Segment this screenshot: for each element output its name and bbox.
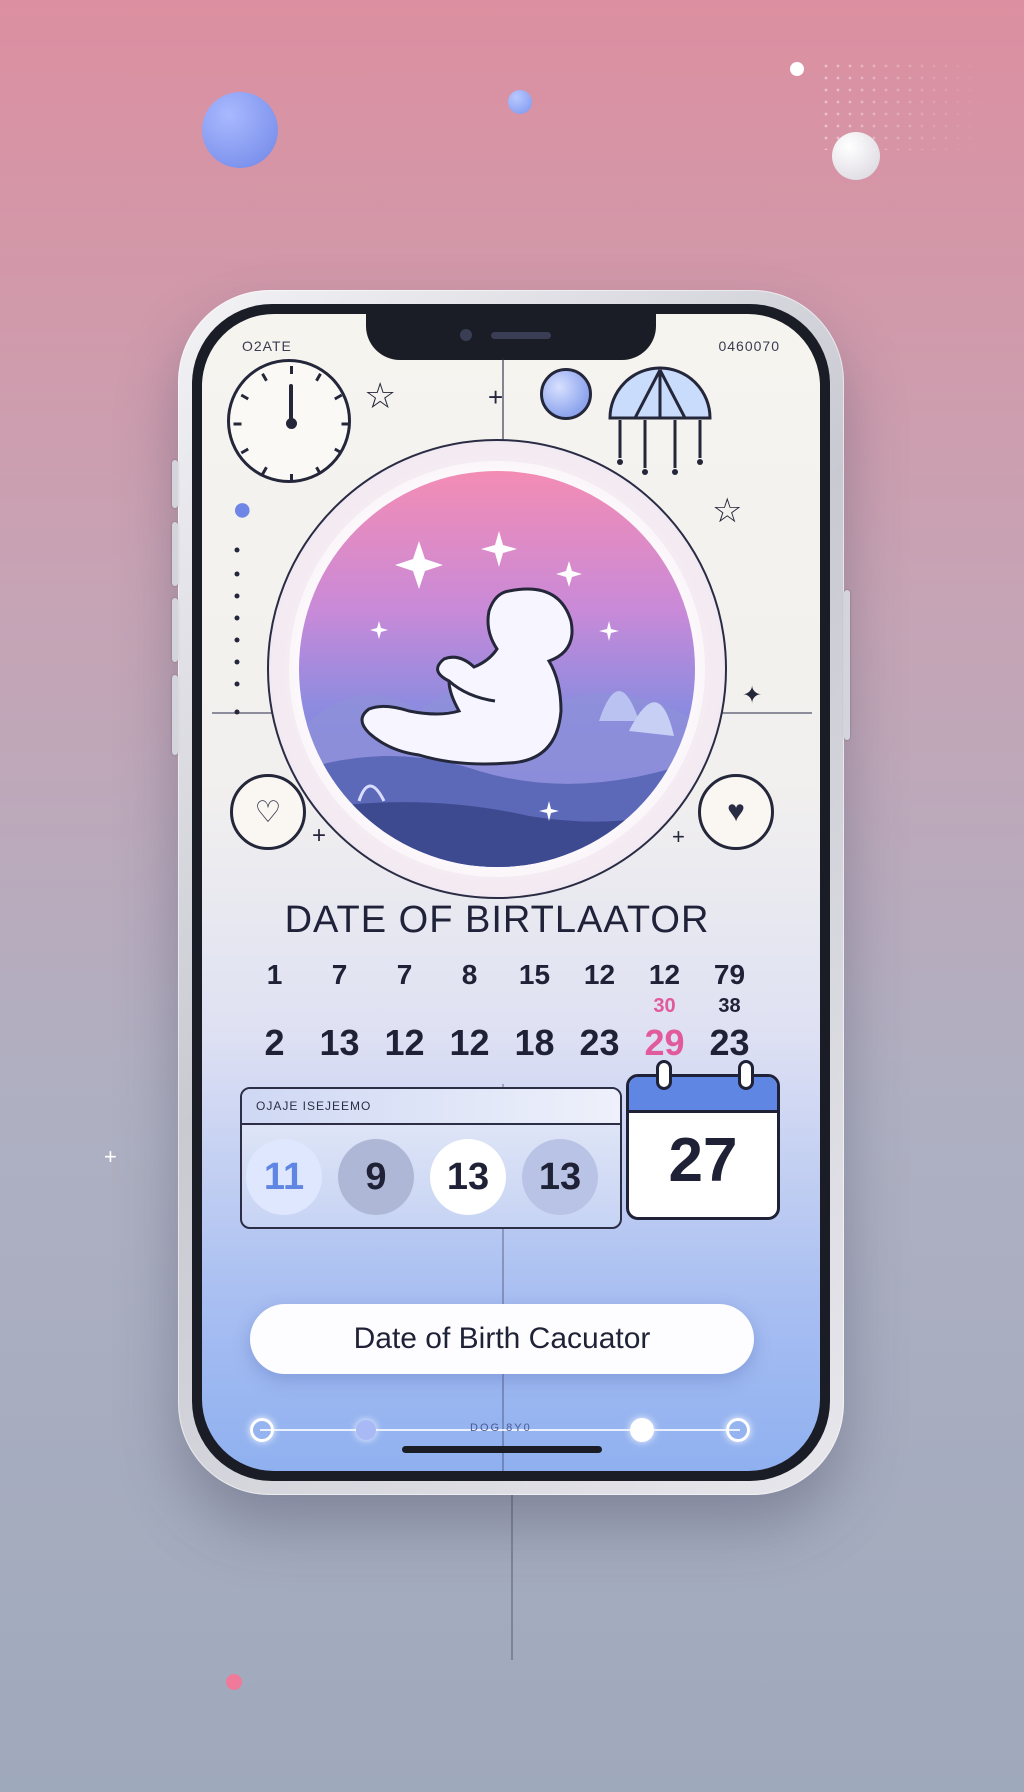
calendar-day[interactable]: 7 bbox=[307, 959, 372, 991]
speaker-icon bbox=[491, 332, 551, 339]
clock-tick bbox=[315, 466, 322, 475]
selected-day: 27 bbox=[668, 1126, 738, 1195]
phone-frame: O2ATE 0460070 ☆ + ● ☆ ✦ ♡ ♥ + + DATE OF … bbox=[172, 290, 850, 1495]
phone-screen: O2ATE 0460070 ☆ + ● ☆ ✦ ♡ ♥ + + DATE OF … bbox=[202, 314, 820, 1471]
calendar-day[interactable]: 12 bbox=[567, 959, 632, 991]
calendar-day[interactable] bbox=[502, 995, 567, 1018]
background-divider bbox=[511, 1490, 513, 1660]
notch bbox=[366, 314, 656, 360]
clock-tick bbox=[334, 393, 343, 401]
clock-tick bbox=[290, 474, 293, 482]
month-pill[interactable]: 9 bbox=[338, 1139, 414, 1215]
clock-tick bbox=[233, 422, 242, 426]
year-pill-a[interactable]: 13 bbox=[430, 1139, 506, 1215]
calendar-day[interactable]: 30 bbox=[632, 995, 697, 1018]
star-icon: ☆ bbox=[364, 375, 397, 416]
diamond-icon: ✦ bbox=[742, 682, 763, 709]
calendar-grid: 1 7 7 8 15 12 12 79 30 38 2 13 12 12 18 23 29 23 bbox=[242, 959, 762, 1064]
background-dot-white bbox=[790, 62, 804, 76]
calendar-day[interactable] bbox=[567, 995, 632, 1018]
slider-knob-small[interactable] bbox=[356, 1420, 376, 1440]
progress-slider[interactable]: DOG 8Y0 bbox=[250, 1416, 750, 1444]
camera-icon bbox=[460, 329, 472, 341]
clock-tick bbox=[290, 366, 293, 374]
calendar-day[interactable]: 38 bbox=[697, 995, 762, 1018]
calendar-ring bbox=[656, 1060, 672, 1090]
clock-tick bbox=[261, 373, 268, 382]
apple-icon: ● bbox=[232, 490, 253, 528]
panel-header: OJAJE ISEJEEMO bbox=[242, 1089, 620, 1125]
plus-icon: + bbox=[312, 822, 327, 849]
star-outline-icon: ☆ bbox=[712, 492, 743, 530]
baby-illustration bbox=[299, 531, 695, 867]
calendar-day[interactable]: 29 bbox=[632, 1022, 697, 1064]
volume-button[interactable] bbox=[172, 460, 178, 508]
date-input-panel[interactable]: OJAJE ISEJEEMO 11 9 13 13 bbox=[240, 1087, 622, 1229]
ruler-decoration bbox=[234, 547, 240, 715]
leaf-badge[interactable]: ♡ bbox=[230, 774, 306, 850]
hero-medallion bbox=[267, 439, 727, 899]
calendar-day[interactable]: 15 bbox=[502, 959, 567, 991]
status-right: 0460070 bbox=[718, 338, 780, 354]
background-orb-small bbox=[508, 90, 532, 114]
slider-handle[interactable] bbox=[630, 1418, 654, 1442]
baby-icon bbox=[360, 587, 574, 766]
volume-up-button[interactable] bbox=[172, 522, 178, 586]
heart-icon: ♥ bbox=[727, 795, 745, 828]
background-dot-grid bbox=[820, 60, 990, 150]
calendar-icon[interactable]: 27 bbox=[626, 1074, 780, 1220]
year-pill-b[interactable]: 13 bbox=[522, 1139, 598, 1215]
status-left: O2ATE bbox=[242, 338, 292, 354]
calendar-day[interactable]: 23 bbox=[697, 1022, 762, 1064]
sparkle-icon: + bbox=[104, 1144, 117, 1169]
side-button[interactable] bbox=[172, 675, 178, 755]
calendar-day[interactable]: 7 bbox=[372, 959, 437, 991]
calendar-day[interactable]: 13 bbox=[307, 1022, 372, 1064]
plus-icon: + bbox=[488, 382, 504, 412]
calendar-day[interactable] bbox=[437, 995, 502, 1018]
slider-start-knob[interactable] bbox=[250, 1418, 274, 1442]
heart-badge[interactable]: ♥ bbox=[698, 774, 774, 850]
day-pill[interactable]: 11 bbox=[246, 1139, 322, 1215]
clock-tick bbox=[341, 422, 350, 426]
background-orb-large bbox=[202, 92, 278, 168]
leaf-icon: ♡ bbox=[254, 795, 282, 829]
power-button[interactable] bbox=[844, 590, 850, 740]
slider-end-knob[interactable] bbox=[726, 1418, 750, 1442]
calendar-ring bbox=[738, 1060, 754, 1090]
plus-icon: + bbox=[672, 824, 685, 849]
clock-icon bbox=[227, 359, 351, 483]
phone-bezel: O2ATE 0460070 ☆ + ● ☆ ✦ ♡ ♥ + + DATE OF … bbox=[192, 304, 830, 1481]
calendar-day[interactable]: 8 bbox=[437, 959, 502, 991]
calculate-button[interactable]: Date of Birth Cacuator bbox=[250, 1304, 754, 1374]
clock-tick bbox=[240, 447, 249, 455]
calendar-header-bar bbox=[629, 1077, 777, 1113]
orb-icon bbox=[540, 368, 592, 420]
calendar-day[interactable]: 2 bbox=[242, 1022, 307, 1064]
home-indicator[interactable] bbox=[402, 1446, 602, 1453]
calendar-day[interactable]: 12 bbox=[632, 959, 697, 991]
volume-down-button[interactable] bbox=[172, 598, 178, 662]
calendar-day[interactable]: 1 bbox=[242, 959, 307, 991]
clock-tick bbox=[261, 466, 268, 475]
calendar-day[interactable] bbox=[307, 995, 372, 1018]
calendar-day[interactable]: 79 bbox=[697, 959, 762, 991]
calendar-day[interactable]: 23 bbox=[567, 1022, 632, 1064]
clock-hub bbox=[286, 418, 297, 429]
background-dot-pink bbox=[226, 1674, 242, 1690]
calendar-day[interactable]: 18 bbox=[502, 1022, 567, 1064]
page-title: DATE OF BIRTLAATOR bbox=[284, 899, 710, 941]
clock-tick bbox=[240, 393, 249, 401]
calendar-day[interactable]: 12 bbox=[437, 1022, 502, 1064]
calendar-day[interactable] bbox=[372, 995, 437, 1018]
clock-tick bbox=[334, 447, 343, 455]
hero-scene bbox=[299, 471, 695, 867]
calendar-day[interactable] bbox=[242, 995, 307, 1018]
slider-label: DOG 8Y0 bbox=[470, 1422, 532, 1434]
calendar-day[interactable]: 12 bbox=[372, 1022, 437, 1064]
clock-tick bbox=[315, 373, 322, 382]
